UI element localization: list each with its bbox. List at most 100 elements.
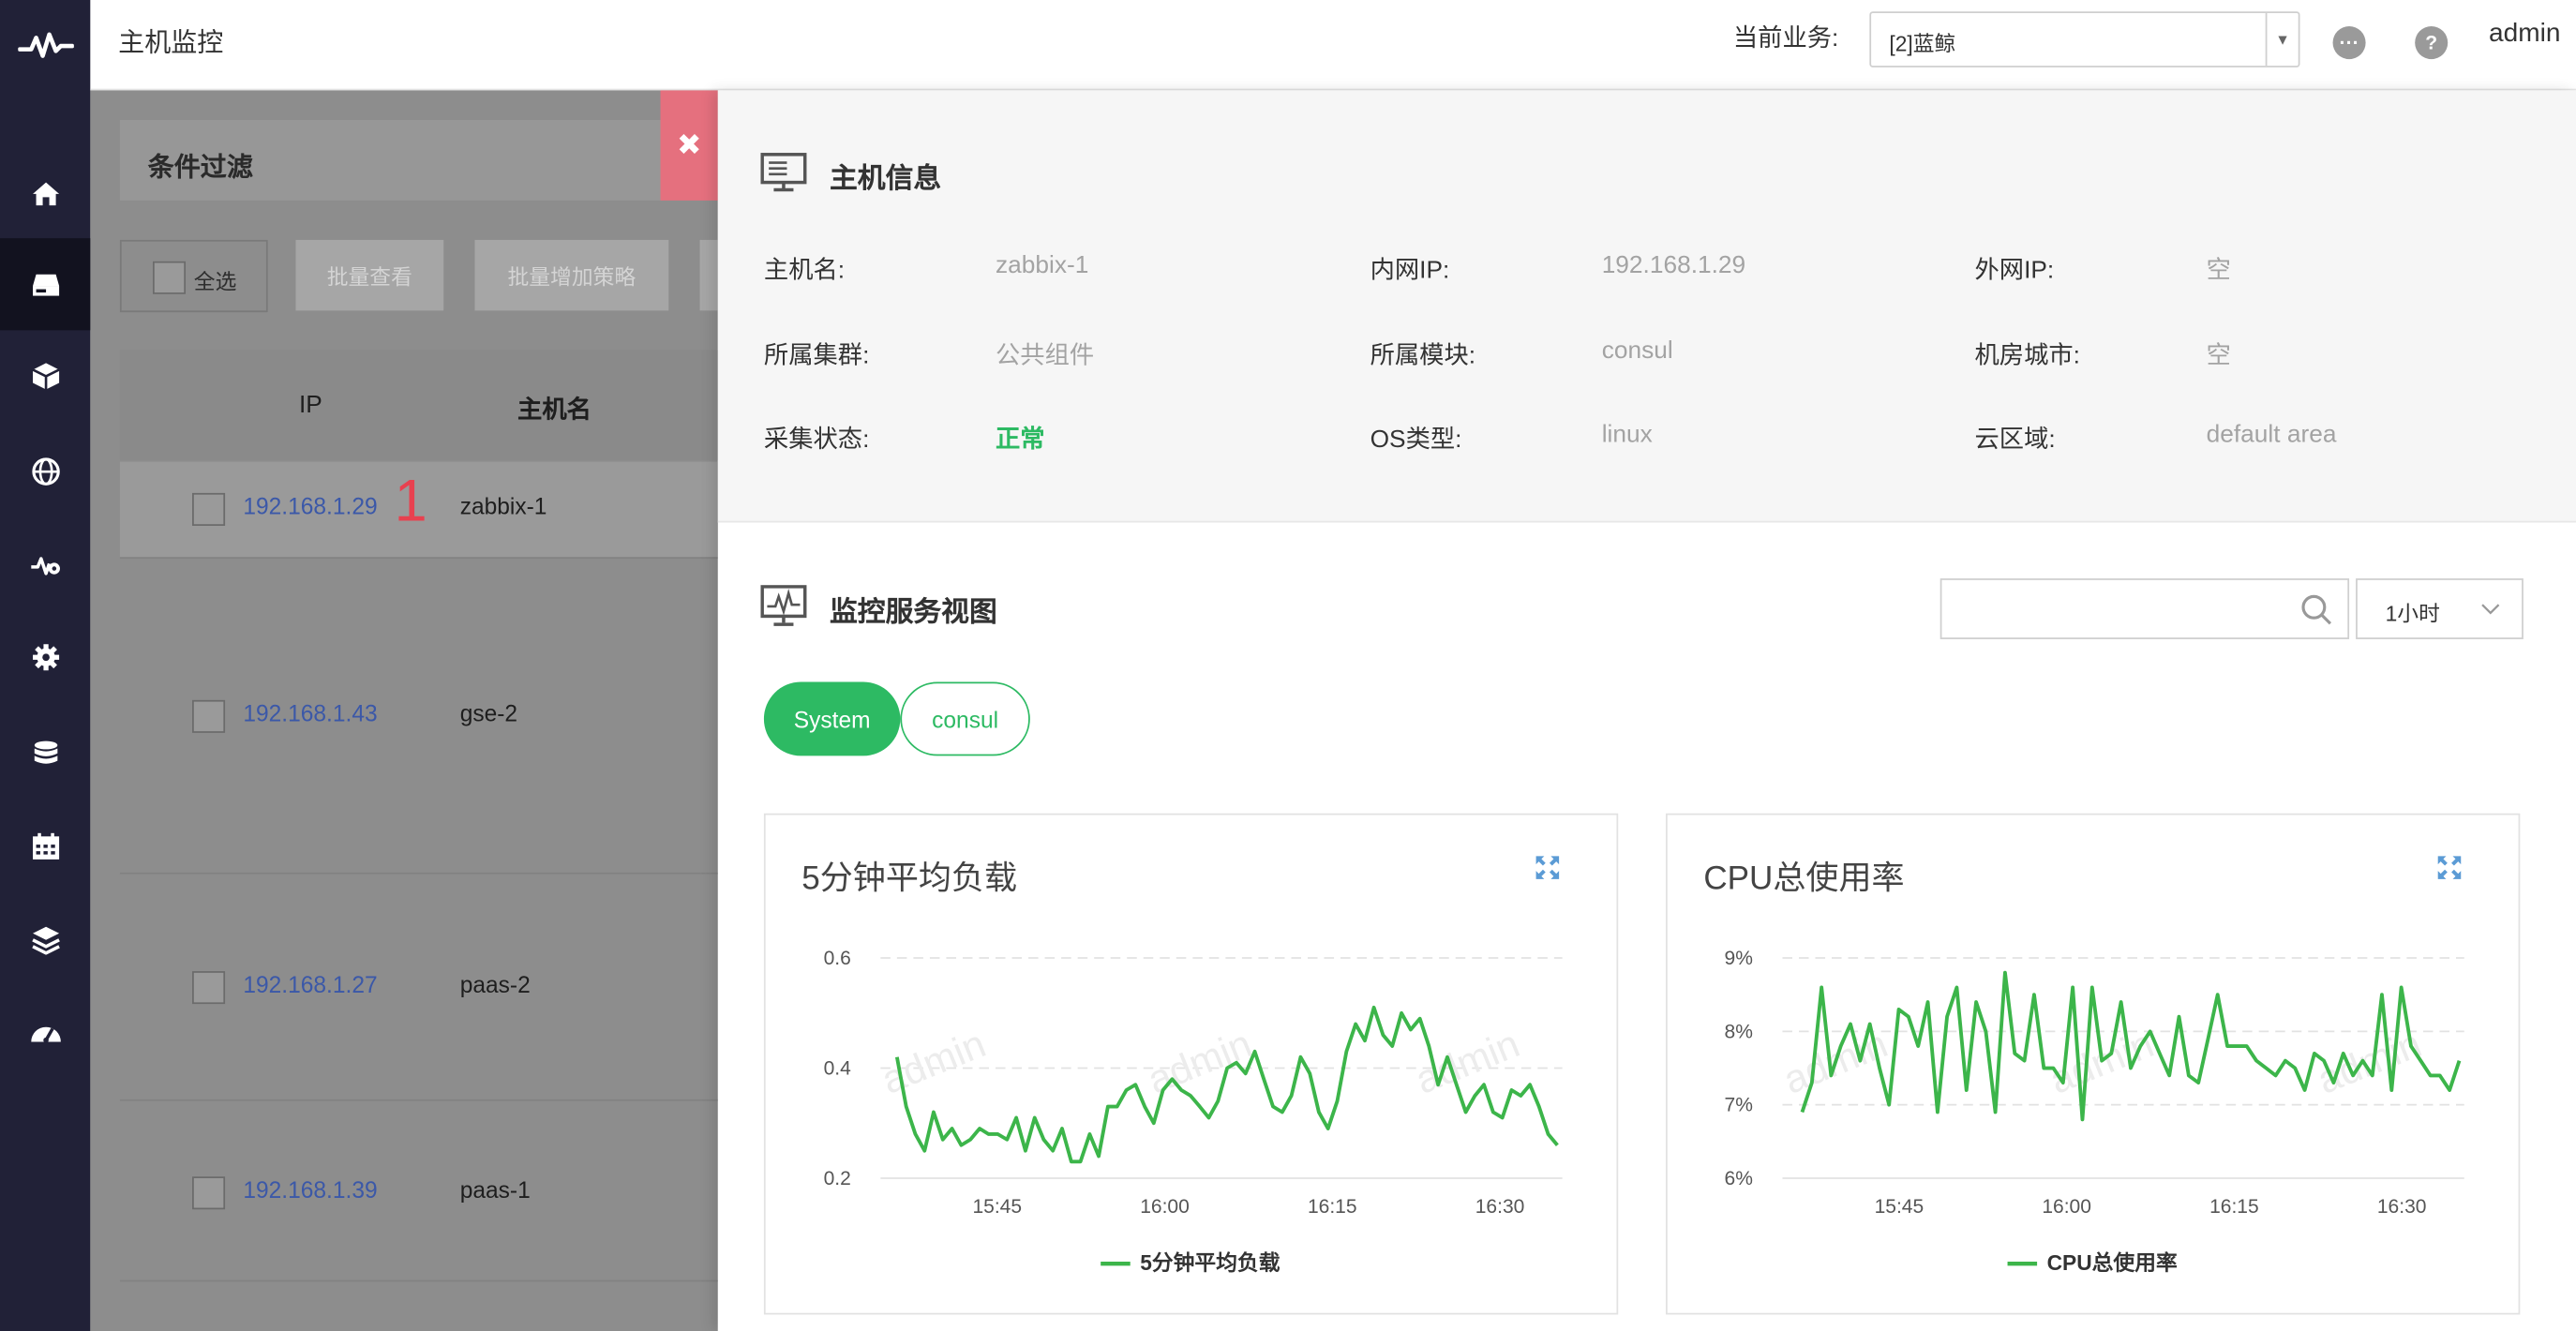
x-tick-label: 16:15 [2209,1196,2259,1218]
close-icon: ✖ [676,127,702,161]
annotation-marker: 1 [394,466,427,534]
nav-database[interactable] [0,709,90,800]
search-input[interactable] [1954,590,2284,630]
load-chart: 0.6 0.4 0.2 15:45 16:00 16:15 16:30 admin admin a… [824,948,1563,1275]
info-label: 采集状态: [763,426,870,454]
globe-icon [31,457,59,486]
row-ip-link[interactable]: 192.168.1.39 [243,1176,377,1203]
row-divider [119,557,718,560]
nav-settings[interactable] [0,611,90,703]
info-label: 机房城市: [1974,341,2080,370]
calendar-icon [32,832,59,860]
info-label: 所属模块: [1370,341,1476,370]
info-value: 公共组件 [996,341,1095,370]
info-label: 外网IP: [1974,256,2055,285]
info-label: OS类型: [1370,426,1462,454]
search-box[interactable] [1939,578,2350,639]
help-icon[interactable]: ? [2415,26,2449,60]
x-tick-label: 16:15 [1308,1196,1357,1218]
more-icon[interactable]: ··· [2332,26,2366,60]
legend-label[interactable]: 5分钟平均负载 [1140,1250,1280,1275]
watermark: admin [1409,1021,1525,1101]
info-value: 空 [2206,256,2231,285]
y-tick-label: 6% [1725,1168,1753,1189]
tab-system[interactable]: System [763,681,901,756]
row-checkbox[interactable] [192,1176,226,1210]
row-ip-link[interactable]: 192.168.1.43 [243,700,377,726]
row-hostname: paas-1 [459,1176,531,1204]
row-divider [119,872,718,875]
nav-calendar[interactable] [0,800,90,892]
nav-monitor-config[interactable] [0,519,90,611]
user-name[interactable]: admin [2489,20,2560,50]
host-info-title: 主机信息 [830,162,942,194]
nav-globe[interactable] [0,426,90,517]
info-label: 云区域: [1974,426,2056,454]
x-tick-label: 16:00 [2042,1196,2091,1218]
legend-label[interactable]: CPU总使用率 [2047,1250,2178,1275]
watermark: admin [1142,1021,1258,1101]
caret-down-icon: ▼ [2265,13,2299,67]
x-tick-label: 16:00 [1140,1196,1190,1218]
close-panel-button[interactable]: ✖ [660,90,718,201]
row-checkbox[interactable] [192,971,226,1005]
row-ip-link[interactable]: 192.168.1.29 [243,493,377,519]
column-ip: IP [298,391,322,420]
business-select-value: [2]蓝鲸 [1889,31,1956,56]
tab-consul[interactable]: consul [900,681,1030,756]
business-label: 当前业务: [1732,24,1839,53]
row-checkbox[interactable] [192,699,226,733]
table-header: IP 主机名 [119,350,718,460]
column-hostname: 主机名 [517,396,592,425]
monitor-view-icon [760,585,807,626]
x-tick-label: 16:30 [2377,1196,2427,1218]
nav-host[interactable] [0,238,91,331]
info-value: linux [1601,420,1653,449]
select-all-checkbox[interactable] [152,261,187,294]
select-all[interactable]: 全选 [119,239,268,313]
monitor-view-title: 监控服务视图 [830,596,997,628]
select-all-label: 全选 [193,269,237,294]
search-icon[interactable] [2300,593,2333,626]
y-tick-label: 7% [1725,1095,1753,1116]
info-label: 主机名: [763,256,846,285]
batch-add-policy-button[interactable]: 批量增加策略 [474,239,669,311]
y-tick-label: 0.2 [824,1168,851,1189]
cpu-chart: 9%8%7%6%15:45 16:00 16:15 16:30admin admin ad… [1725,948,2464,1275]
y-tick-label: 8% [1725,1021,1753,1042]
filter-bar: 条件过滤 [119,119,663,201]
layers-icon [31,926,59,955]
nav-dashboard[interactable] [0,986,90,1078]
host-icon [32,274,59,296]
nav-box[interactable] [0,330,90,422]
row-ip-link[interactable]: 192.168.1.27 [243,971,377,997]
collect-status-value: 正常 [996,426,1045,454]
pulse-logo-icon[interactable] [0,0,90,90]
info-value: 192.168.1.29 [1601,251,1746,280]
chart-card-load: 5分钟平均负载 0.6 0.4 0.2 15:45 16:00 16:15 16:30 adm… [763,813,1619,1315]
y-tick-label: 9% [1725,948,1753,969]
info-label: 所属集群: [763,341,870,370]
info-value: 空 [2206,341,2231,370]
chart-card-cpu: CPU总使用率 9% 8% 7% 6% 15:45 16:00 16:15 16:30 admi… [1666,813,2521,1315]
y-tick-label: 0.4 [824,1058,852,1080]
nav-layers[interactable] [0,894,90,986]
x-tick-label: 15:45 [1875,1196,1925,1218]
dashboard-icon [30,1026,60,1043]
page-title: 主机监控 [118,29,224,58]
nav-home[interactable] [0,148,90,240]
batch-view-button[interactable]: 批量查看 [295,239,444,311]
info-value: consul [1601,336,1673,366]
time-range-value: 1小时 [2385,601,2440,626]
host-info-section: 主机信息 主机名: zabbix-1 内网IP: 192.168.1.29 外网… [717,90,2576,523]
pulse-gear-icon [30,557,60,576]
settings-icon [32,644,59,671]
chevron-down-icon [2481,604,2500,615]
database-icon [33,740,57,764]
box-icon [31,363,59,390]
row-divider [119,1279,718,1282]
row-checkbox[interactable] [192,492,226,526]
business-select[interactable]: [2]蓝鲸 ▼ [1869,11,2300,67]
more-batch-button[interactable] [699,239,718,311]
time-range-select[interactable]: 1小时 [2356,578,2524,639]
